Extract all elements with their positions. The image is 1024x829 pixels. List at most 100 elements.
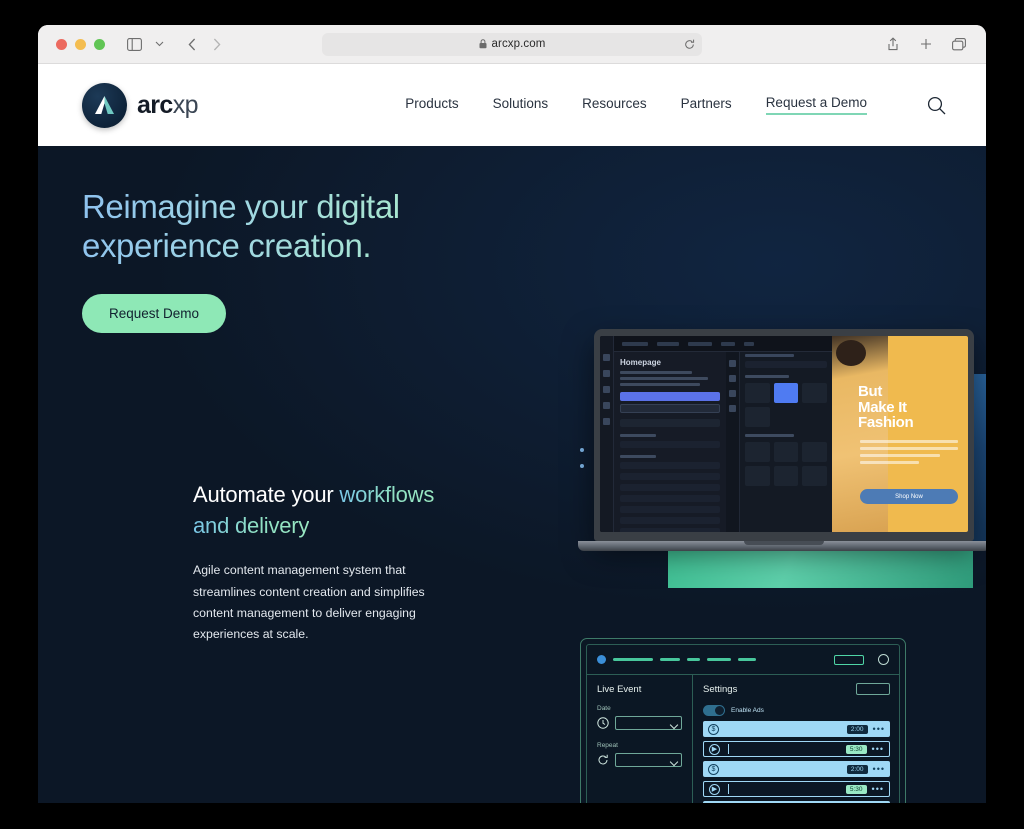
brand-logo[interactable]: arcxp	[82, 82, 199, 128]
page-content: Reimagine your digital experience creati…	[38, 146, 986, 803]
hero-heading: Reimagine your digital experience creati…	[82, 188, 400, 266]
topbar-button[interactable]	[834, 654, 864, 665]
laptop-notch	[744, 541, 824, 545]
preview-headline-3: Fashion	[858, 414, 914, 432]
site-navigation: arcxp Products Solutions Resources Partn…	[38, 64, 986, 146]
arc-logo-icon	[82, 82, 127, 128]
cms-block-grid	[745, 383, 827, 427]
lock-icon	[479, 39, 487, 49]
play-icon: ▶	[709, 743, 720, 755]
cms-block-item	[620, 419, 720, 427]
automate-heading-accent-1: workflows	[339, 482, 435, 507]
settings-action-button[interactable]	[856, 683, 890, 695]
ad-row-time: 2:00	[846, 724, 868, 734]
cms-left-panel: Homepage	[614, 336, 726, 532]
sidebar-icon[interactable]	[123, 33, 145, 55]
cms-block-grid	[745, 442, 827, 486]
request-demo-button[interactable]: Request Demo	[82, 293, 227, 333]
live-event-title: Live Event	[597, 684, 642, 695]
hero-heading-line-2: experience creation.	[82, 226, 372, 264]
workflow-card: Live Event Date Repeat Settings Enable A…	[580, 638, 906, 803]
share-icon[interactable]	[882, 33, 904, 55]
cms-block-cell-selected[interactable]	[773, 383, 799, 403]
clock-icon	[597, 717, 609, 729]
nav-links: Products Solutions Resources Partners Re…	[405, 95, 946, 115]
nav-link-products[interactable]: Products	[405, 96, 458, 114]
browser-window: arcxp.com arcxp Products Solutions Resou…	[38, 25, 986, 803]
automate-section: Automate your workflows and delivery Agi…	[193, 479, 449, 645]
brand-text-bold: arc	[137, 90, 173, 119]
cms-block-cell[interactable]	[745, 383, 770, 403]
preview-headline: But Make It Fashion	[858, 384, 958, 431]
ad-row[interactable]: $ 2:00 •••	[703, 761, 890, 777]
url-text: arcxp.com	[491, 38, 546, 50]
brand-wordmark: arcxp	[137, 90, 199, 120]
ad-row[interactable]: ▶ 5:30 •••	[703, 741, 890, 757]
repeat-select[interactable]	[615, 753, 682, 767]
cms-blocks-panel	[740, 336, 832, 532]
hero-heading-line-1: Reimagine your digital	[82, 188, 400, 225]
cms-block-cell[interactable]	[745, 466, 770, 486]
status-dot-icon	[597, 655, 606, 664]
hero-section: Reimagine your digital experience creati…	[82, 188, 400, 333]
ad-row-time: 5:30	[845, 744, 867, 754]
brand-text-light: xp	[172, 90, 199, 119]
back-arrow-icon[interactable]	[181, 33, 203, 55]
automate-heading-accent-2: and delivery	[193, 513, 310, 539]
automate-heading: Automate your workflows and delivery	[193, 479, 449, 541]
ad-row-menu-icon[interactable]: •••	[872, 744, 884, 754]
enable-ads-toggle[interactable]	[703, 705, 725, 716]
ad-row[interactable]: $ 2:00 •••	[703, 801, 890, 803]
nav-link-request-a-demo[interactable]: Request a Demo	[765, 95, 867, 115]
laptop-mockup: Homepage But Make It Fashion Shop Now	[578, 329, 986, 551]
plus-icon[interactable]	[915, 33, 937, 55]
dollar-icon: $	[708, 723, 719, 735]
enable-ads-row[interactable]: Enable Ads	[703, 705, 890, 716]
ad-row-menu-icon[interactable]: •••	[873, 724, 885, 734]
ad-row[interactable]: ▶ 5:30 •••	[703, 781, 890, 797]
cms-primary-button[interactable]	[620, 392, 720, 401]
cms-block-cell[interactable]	[745, 407, 770, 427]
cms-tool-rail	[726, 336, 740, 532]
ad-row-time: 5:30	[845, 784, 867, 794]
reload-icon[interactable]	[684, 39, 695, 50]
minimize-window-button[interactable]	[75, 38, 86, 50]
date-select[interactable]	[615, 716, 682, 730]
refresh-icon	[597, 754, 609, 766]
forward-arrow-icon[interactable]	[206, 33, 228, 55]
laptop-base	[578, 541, 986, 551]
nav-link-partners[interactable]: Partners	[681, 96, 732, 114]
ad-row[interactable]: $ 2:00 •••	[703, 721, 890, 737]
search-icon[interactable]	[927, 96, 946, 115]
ad-row-menu-icon[interactable]: •••	[873, 764, 885, 774]
nav-link-resources[interactable]: Resources	[582, 96, 647, 114]
laptop-screen: Homepage But Make It Fashion Shop Now	[600, 336, 968, 532]
tabs-overview-icon[interactable]	[948, 33, 970, 55]
dollar-icon: $	[708, 763, 719, 775]
cms-secondary-button[interactable]	[620, 404, 720, 413]
cms-block-cell[interactable]	[773, 442, 799, 462]
cms-page-title: Homepage	[620, 358, 661, 367]
preview-shop-now-button[interactable]: Shop Now	[860, 489, 958, 504]
cms-icon-rail	[600, 336, 614, 532]
maximize-window-button[interactable]	[94, 38, 105, 50]
nav-link-solutions[interactable]: Solutions	[493, 96, 549, 114]
cms-block-cell[interactable]	[773, 466, 799, 486]
browser-toolbar: arcxp.com	[38, 25, 986, 64]
cms-block-cell[interactable]	[802, 466, 827, 486]
live-event-panel: Live Event Date Repeat	[587, 675, 693, 803]
cms-block-cell[interactable]	[802, 442, 827, 462]
window-controls[interactable]	[56, 38, 105, 50]
automate-heading-plain: Automate your	[193, 482, 340, 507]
topbar-avatar-icon[interactable]	[878, 654, 889, 665]
settings-panel: Settings Enable Ads $ 2:00 ••• ▶ 5:30 ••…	[693, 675, 899, 803]
repeat-label: Repeat	[597, 742, 618, 749]
cms-block-cell[interactable]	[745, 442, 770, 462]
chevron-down-icon[interactable]	[148, 33, 170, 55]
preview-body-lines	[860, 440, 958, 468]
cms-block-cell[interactable]	[802, 383, 827, 403]
play-icon: ▶	[709, 783, 720, 795]
close-window-button[interactable]	[56, 38, 67, 50]
ad-row-menu-icon[interactable]: •••	[872, 784, 884, 794]
address-bar[interactable]: arcxp.com	[322, 32, 702, 56]
